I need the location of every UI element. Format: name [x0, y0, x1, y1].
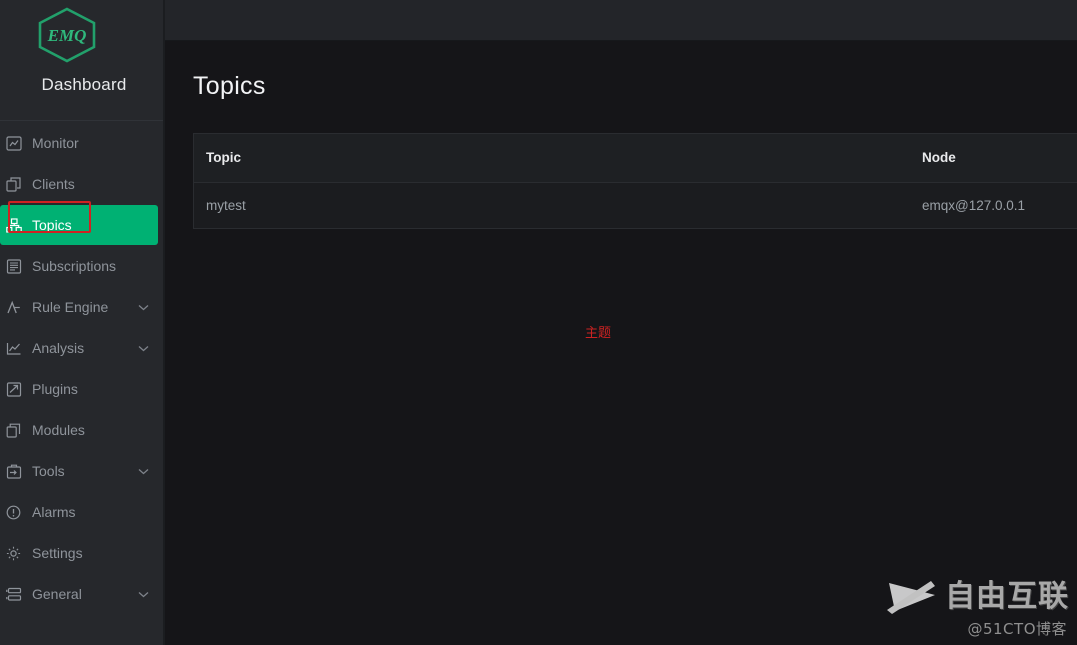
modules-icon	[0, 420, 22, 440]
page-title: Topics	[193, 72, 266, 100]
annotation-text-topics: 主题	[585, 326, 612, 341]
chevron-down-icon[interactable]	[132, 345, 154, 352]
general-icon	[0, 584, 22, 604]
chevron-down-icon[interactable]	[132, 468, 154, 475]
sidebar-item-label: Alarms	[32, 504, 76, 520]
cell-topic: mytest	[194, 182, 910, 229]
settings-gear-icon	[0, 543, 22, 563]
sidebar-item-general[interactable]: General	[0, 574, 158, 614]
sidebar-item-label: Rule Engine	[32, 299, 109, 315]
clients-icon	[0, 174, 22, 194]
top-bar	[165, 0, 1077, 41]
sidebar-item-label: Settings	[32, 545, 83, 561]
content-area: Topics Topic Node mytest emqx@127.0.0.1	[165, 41, 1077, 645]
sidebar-item-modules[interactable]: Modules	[0, 410, 158, 450]
sidebar-item-settings[interactable]: Settings	[0, 533, 158, 573]
table-header-row: Topic Node	[194, 134, 1077, 183]
topics-icon	[0, 215, 22, 235]
topics-table-container: Topic Node mytest emqx@127.0.0.1	[193, 133, 1077, 229]
sidebar-item-label: Monitor	[32, 135, 79, 151]
column-header-topic[interactable]: Topic	[194, 134, 910, 183]
app-window: EMQ Dashboard Monitor Clients Topics Sub…	[0, 0, 1077, 645]
sidebar-item-analysis[interactable]: Analysis	[0, 328, 158, 368]
table-row[interactable]: mytest emqx@127.0.0.1	[194, 182, 1077, 229]
watermark-brand: 自由互联	[945, 579, 1069, 614]
alarms-icon	[0, 502, 22, 522]
sidebar-item-label: Modules	[32, 422, 85, 438]
emq-hexagon-logo: EMQ	[34, 6, 100, 64]
sidebar-item-label: General	[32, 586, 82, 602]
table-body: mytest emqx@127.0.0.1	[194, 182, 1077, 229]
sidebar: EMQ Dashboard Monitor Clients Topics Sub…	[0, 0, 165, 645]
chevron-down-icon[interactable]	[132, 304, 154, 311]
sidebar-item-alarms[interactable]: Alarms	[0, 492, 158, 532]
sidebar-brand: EMQ Dashboard	[0, 0, 163, 121]
sidebar-item-plugins[interactable]: Plugins	[0, 369, 158, 409]
watermark-row: 自由互联	[859, 577, 1069, 617]
sidebar-item-label: Subscriptions	[32, 258, 117, 274]
rule-engine-icon	[0, 297, 22, 317]
cell-node: emqx@127.0.0.1	[910, 182, 1077, 229]
main-area: Topics Topic Node mytest emqx@127.0.0.1	[165, 0, 1077, 645]
sidebar-item-monitor[interactable]: Monitor	[0, 123, 158, 163]
sidebar-item-label: Topics	[32, 217, 72, 233]
column-header-node[interactable]: Node	[910, 134, 1077, 183]
plugins-icon	[0, 379, 22, 399]
sidebar-menu: Monitor Clients Topics Subscriptions Rul…	[0, 120, 163, 614]
sidebar-title: Dashboard	[41, 75, 127, 94]
sidebar-item-tools[interactable]: Tools	[0, 451, 158, 491]
sidebar-item-label: Plugins	[32, 381, 78, 397]
sidebar-item-rule-engine[interactable]: Rule Engine	[0, 287, 158, 327]
chevron-down-icon[interactable]	[132, 591, 154, 598]
x-swoosh-logo	[885, 577, 943, 617]
sidebar-item-clients[interactable]: Clients	[0, 164, 158, 204]
sidebar-item-label: Analysis	[32, 340, 85, 356]
table-head: Topic Node	[194, 134, 1077, 183]
sidebar-item-label: Clients	[32, 176, 75, 192]
sidebar-item-label: Tools	[32, 463, 65, 479]
watermark-handle: @51CTO博客	[967, 620, 1067, 638]
analysis-icon	[0, 338, 22, 358]
tools-icon	[0, 461, 22, 481]
sidebar-item-topics[interactable]: Topics	[0, 205, 158, 245]
sidebar-item-subscriptions[interactable]: Subscriptions	[0, 246, 158, 286]
svg-text:EMQ: EMQ	[47, 26, 87, 45]
topics-table: Topic Node mytest emqx@127.0.0.1	[194, 134, 1077, 229]
watermark: 自由互联 @51CTO博客	[859, 577, 1069, 639]
monitor-icon	[0, 133, 22, 153]
subscriptions-icon	[0, 256, 22, 276]
